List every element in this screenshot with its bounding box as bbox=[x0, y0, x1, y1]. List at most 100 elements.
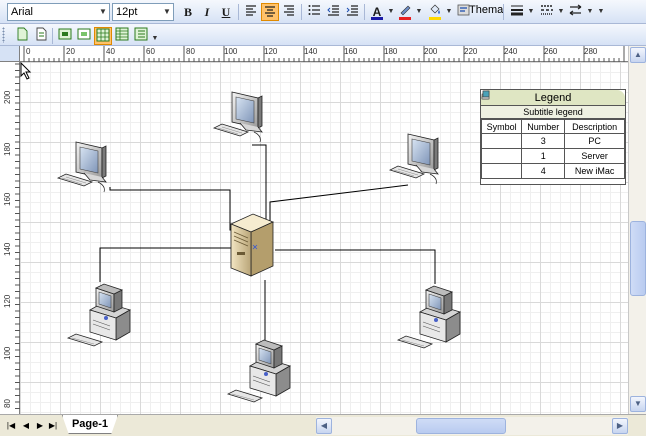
grid-icon bbox=[96, 28, 110, 42]
decrease-indent-icon bbox=[327, 5, 339, 16]
increase-indent-button[interactable] bbox=[343, 3, 361, 21]
ruler-label: 120 bbox=[264, 47, 278, 56]
underline-button[interactable]: U bbox=[217, 3, 235, 21]
line-pattern-icon bbox=[541, 5, 553, 15]
imac-icon bbox=[481, 90, 490, 100]
first-page-icon[interactable]: |◀ bbox=[6, 420, 16, 432]
bullets-icon bbox=[308, 5, 320, 15]
decrease-indent-button[interactable] bbox=[324, 3, 342, 21]
pen-icon bbox=[400, 5, 411, 16]
align-right-button[interactable] bbox=[280, 3, 298, 21]
thema-label[interactable]: Thema bbox=[469, 4, 503, 16]
align-left-icon bbox=[246, 5, 256, 16]
align-right-icon bbox=[284, 5, 294, 16]
ungroup-button[interactable] bbox=[75, 27, 93, 45]
ruler-label: 80 bbox=[3, 399, 12, 408]
ruler-label: 60 bbox=[146, 47, 155, 56]
group-button[interactable] bbox=[56, 27, 74, 45]
scroll-right-button[interactable]: ▶ bbox=[612, 418, 628, 434]
grid-button[interactable] bbox=[94, 27, 112, 45]
ruler-label: 140 bbox=[304, 47, 318, 56]
italic-button[interactable]: I bbox=[198, 3, 216, 21]
legend-description: PC bbox=[564, 133, 625, 149]
scroll-left-button[interactable]: ◀ bbox=[316, 418, 332, 434]
list-button[interactable] bbox=[132, 27, 150, 45]
new-page-button[interactable] bbox=[13, 27, 31, 45]
scroll-down-button[interactable]: ▼ bbox=[630, 396, 646, 412]
paint-bucket-icon bbox=[430, 4, 440, 14]
pc-shape[interactable] bbox=[67, 283, 131, 347]
legend-header-row: Symbol Number Description bbox=[480, 119, 625, 134]
ruler-label: 100 bbox=[224, 47, 238, 56]
line-pattern-button[interactable] bbox=[538, 3, 556, 21]
align-center-button[interactable] bbox=[261, 3, 279, 21]
line-ends-dropdown[interactable]: ▼ bbox=[586, 3, 594, 21]
tab-page-1[interactable]: Page-1 bbox=[62, 415, 118, 434]
bullets-button[interactable] bbox=[305, 3, 323, 21]
chevron-down-icon[interactable]: ▼ bbox=[161, 4, 173, 20]
vertical-scroll-thumb[interactable] bbox=[630, 221, 646, 296]
legend-description: Server bbox=[564, 148, 625, 164]
ruler-label: 200 bbox=[3, 90, 12, 104]
fill-color-dropdown[interactable]: ▼ bbox=[445, 3, 453, 21]
line-color-dropdown[interactable]: ▼ bbox=[415, 3, 423, 21]
font-size-value: 12pt bbox=[116, 6, 138, 18]
ruler-label: 220 bbox=[464, 47, 478, 56]
table-button[interactable] bbox=[113, 27, 131, 45]
font-name-combo[interactable]: Arial ▼ bbox=[7, 3, 110, 21]
vertical-ruler: 200 180 160 140 120 100 80 bbox=[0, 46, 20, 414]
toolbar-separator bbox=[238, 4, 239, 20]
page-setup-icon bbox=[36, 27, 47, 41]
bold-button[interactable]: B bbox=[179, 3, 197, 21]
fill-color-button[interactable] bbox=[426, 3, 444, 21]
pc-shape[interactable] bbox=[227, 339, 291, 403]
previous-page-icon[interactable]: ◀ bbox=[21, 420, 31, 432]
next-page-icon[interactable]: ▶ bbox=[35, 420, 45, 432]
horizontal-scroll-thumb[interactable] bbox=[416, 418, 506, 434]
font-color-button[interactable]: A bbox=[368, 3, 386, 21]
legend-header-symbol: Symbol bbox=[480, 119, 523, 134]
horizontal-scrollbar[interactable]: ◀ ▶ bbox=[316, 417, 628, 435]
legend-row: 4 New iMac bbox=[480, 90, 625, 179]
line-pattern-dropdown[interactable]: ▼ bbox=[557, 3, 565, 21]
ruler-label: 20 bbox=[66, 47, 75, 56]
legend-number: 3 bbox=[521, 133, 566, 149]
ruler-label: 260 bbox=[544, 47, 558, 56]
server-shape[interactable] bbox=[229, 213, 275, 277]
legend-shape[interactable]: Legend Subtitle legend Symbol Number Des… bbox=[480, 89, 626, 185]
ruler-label: 240 bbox=[504, 47, 518, 56]
line-weight-dropdown[interactable]: ▼ bbox=[527, 3, 535, 21]
imac-shape[interactable] bbox=[389, 133, 439, 185]
horizontal-ruler: 0 20 40 60 80 100 120 140 160 180 200 22… bbox=[20, 46, 628, 62]
font-size-combo[interactable]: 12pt ▼ bbox=[112, 3, 174, 21]
page-setup-button[interactable] bbox=[32, 27, 50, 45]
ruler-label: 0 bbox=[26, 47, 31, 56]
ruler-label: 160 bbox=[344, 47, 358, 56]
toolbar-options-dropdown[interactable]: ▼ bbox=[597, 3, 605, 21]
toolbar-separator bbox=[364, 4, 365, 20]
toolbar-grip[interactable] bbox=[2, 27, 5, 43]
toolbar-separator bbox=[301, 4, 302, 20]
chevron-down-icon[interactable]: ▼ bbox=[97, 4, 109, 20]
pc-shape[interactable] bbox=[397, 285, 461, 349]
page-navigation-bar: |◀ ◀ ▶ ▶| Page-1 ◀ ▶ bbox=[0, 414, 646, 436]
align-left-button[interactable] bbox=[242, 3, 260, 21]
line-ends-icon bbox=[569, 4, 582, 16]
legend-description: New iMac bbox=[564, 163, 625, 179]
imac-shape[interactable] bbox=[57, 141, 107, 193]
font-name-value: Arial bbox=[11, 6, 34, 18]
drawing-canvas[interactable]: Legend Subtitle legend Symbol Number Des… bbox=[20, 62, 628, 414]
ruler-label: 200 bbox=[424, 47, 438, 56]
vertical-scrollbar[interactable]: ▲ ▼ bbox=[628, 46, 646, 414]
last-page-icon[interactable]: ▶| bbox=[48, 420, 58, 432]
legend-table: Symbol Number Description 3 PC 1 Server … bbox=[480, 90, 625, 179]
imac-shape[interactable] bbox=[213, 91, 263, 143]
legend-title: Legend bbox=[481, 90, 625, 106]
scroll-up-button[interactable]: ▲ bbox=[630, 47, 646, 63]
ruler-label: 40 bbox=[106, 47, 115, 56]
line-ends-button[interactable] bbox=[567, 3, 585, 21]
font-color-dropdown[interactable]: ▼ bbox=[387, 3, 395, 21]
legend-row: 3 PC bbox=[480, 90, 625, 149]
line-weight-button[interactable] bbox=[508, 3, 526, 21]
line-color-button[interactable] bbox=[396, 3, 414, 21]
